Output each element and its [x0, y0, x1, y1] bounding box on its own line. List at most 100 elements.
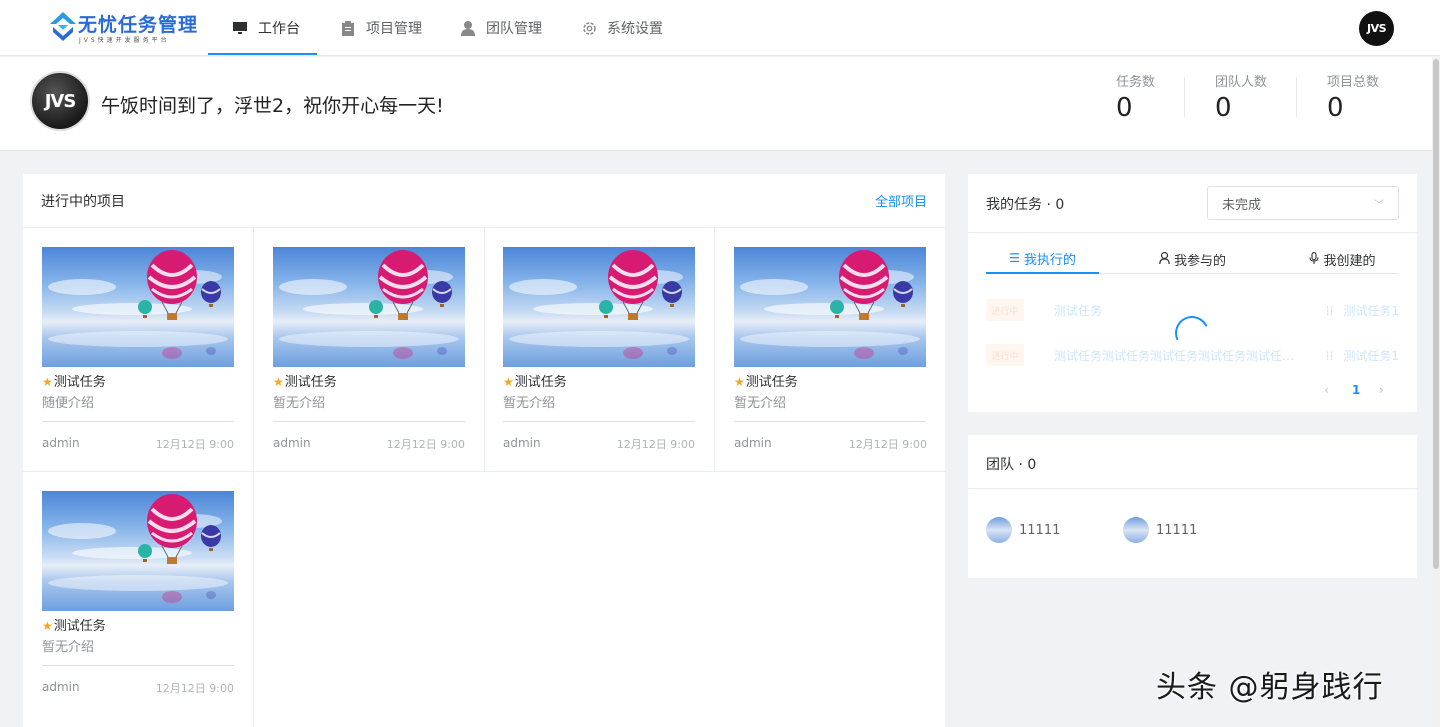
- top-nav: 无忧任务管理 JVS快速开发服务平台 工作台 项目管理 团队管理 系统设置 JV…: [0, 0, 1440, 56]
- clipboard-icon: [340, 20, 356, 36]
- watermark: 头条 @躬身践行: [1156, 670, 1384, 705]
- project-owner: admin: [503, 436, 541, 450]
- tab-team-management[interactable]: 团队管理: [460, 0, 542, 56]
- tab-system-settings-label: 系统设置: [607, 21, 663, 37]
- my-tasks-panel: 我的任务 · 0 未完成 ﹀ ☰ 我执行的 我参与的 我创建的 进行中 测试任务 …: [968, 174, 1417, 412]
- stat-value: 0: [1215, 93, 1232, 123]
- project-date: 12月12日 9:00: [386, 438, 465, 451]
- task-project: ⁞⁞ 测试任务1: [1325, 304, 1399, 318]
- divider: [503, 421, 695, 422]
- team-member[interactable]: 11111: [986, 517, 1060, 543]
- task-title: 测试任务测试任务测试任务测试任务测试任务测试任务: [1054, 349, 1304, 363]
- chevron-down-icon: ﹀: [1374, 199, 1384, 211]
- tasks-panel-title: 我的任务 · 0: [986, 197, 1065, 213]
- project-cover-image: [42, 247, 234, 367]
- logo-subtitle: JVS快速开发服务平台: [79, 37, 170, 44]
- project-description: 随便介绍: [42, 396, 95, 411]
- project-card[interactable]: ★测试任务 随便介绍 admin 12月12日 9:00: [23, 228, 254, 472]
- project-cover-image: [42, 491, 234, 611]
- member-name: 11111: [1019, 522, 1061, 538]
- member-avatar: [1123, 517, 1149, 543]
- project-card[interactable]: ★测试任务 暂无介绍 admin 12月12日 9:00: [254, 228, 485, 472]
- task-status-value: 未完成: [1222, 197, 1262, 213]
- stat-team-count: 团队人数 0: [1215, 71, 1325, 122]
- list-icon: ☰: [1009, 251, 1020, 265]
- project-card[interactable]: ★测试任务 暂无介绍 admin 12月12日 9:00: [715, 228, 946, 472]
- prev-page-button[interactable]: ‹: [1324, 383, 1329, 397]
- divider: [42, 421, 234, 422]
- scrollbar-thumb[interactable]: [1433, 59, 1439, 569]
- greeting-message: 午饭时间到了，浮世2，祝你开心每一天!: [101, 95, 444, 117]
- project-date: 12月12日 9:00: [616, 438, 695, 451]
- tab-workbench[interactable]: 工作台: [232, 0, 300, 56]
- logo-title: 无忧任务管理: [78, 14, 199, 36]
- star-icon[interactable]: ★: [273, 375, 284, 389]
- star-icon[interactable]: ★: [734, 375, 745, 389]
- page-scrollbar[interactable]: [1432, 57, 1440, 727]
- greeting-avatar: JVS: [30, 71, 90, 131]
- projects-panel-header: 进行中的项目 全部项目: [23, 174, 945, 228]
- grid-icon: ⁞⁞: [1325, 349, 1334, 363]
- project-cover-image: [734, 247, 926, 367]
- tab-project-management[interactable]: 项目管理: [340, 0, 422, 56]
- project-name: ★测试任务: [42, 375, 106, 390]
- gear-icon: [581, 20, 597, 36]
- tab-participated[interactable]: 我参与的: [1136, 244, 1249, 274]
- task-title: 测试任务: [1054, 304, 1103, 318]
- star-icon[interactable]: ★: [42, 375, 53, 389]
- team-panel: 团队 · 0 11111 11111: [968, 435, 1417, 578]
- project-owner: admin: [734, 436, 772, 450]
- project-description: 暂无介绍: [273, 396, 326, 411]
- all-projects-link[interactable]: 全部项目: [875, 191, 927, 210]
- task-project: ⁞⁞ 测试任务1: [1325, 349, 1399, 363]
- task-status-tag: 进行中: [986, 344, 1024, 366]
- stat-label: 项目总数: [1327, 75, 1380, 90]
- divider: [273, 421, 465, 422]
- user-avatar[interactable]: JVS: [1359, 11, 1394, 46]
- project-owner: admin: [42, 680, 80, 694]
- project-date: 12月12日 9:00: [848, 438, 927, 451]
- project-description: 暂无介绍: [42, 640, 95, 655]
- tab-created-by-me[interactable]: 我创建的: [1286, 244, 1399, 274]
- tab-executed-by-me[interactable]: ☰ 我执行的: [986, 244, 1099, 274]
- star-icon[interactable]: ★: [42, 619, 53, 633]
- stat-divider: [1184, 77, 1185, 117]
- project-card[interactable]: ★测试任务 暂无介绍 admin 12月12日 9:00: [23, 472, 254, 727]
- project-owner: admin: [42, 436, 80, 450]
- task-status-select[interactable]: 未完成 ﹀: [1207, 186, 1399, 220]
- divider: [734, 421, 926, 422]
- next-page-button[interactable]: ›: [1379, 383, 1384, 397]
- project-date: 12月12日 9:00: [155, 438, 234, 451]
- project-card[interactable]: ★测试任务 暂无介绍 admin 12月12日 9:00: [484, 228, 715, 472]
- project-description: 暂无介绍: [734, 396, 787, 411]
- tab-workbench-label: 工作台: [258, 21, 300, 37]
- member-avatar: [986, 517, 1012, 543]
- project-name: ★测试任务: [503, 375, 567, 390]
- stat-divider: [1296, 77, 1297, 117]
- project-name: ★测试任务: [734, 375, 798, 390]
- monitor-icon: [232, 20, 248, 36]
- project-owner: admin: [273, 436, 311, 450]
- app-logo[interactable]: 无忧任务管理 JVS快速开发服务平台: [48, 8, 208, 48]
- star-icon[interactable]: ★: [503, 375, 514, 389]
- stat-label: 任务数: [1116, 75, 1156, 90]
- projects-panel-title: 进行中的项目: [41, 193, 125, 210]
- tasks-panel-header: 我的任务 · 0 未完成 ﹀: [968, 174, 1417, 233]
- stat-project-count: 项目总数 0: [1327, 71, 1437, 122]
- tab-project-management-label: 项目管理: [366, 21, 422, 37]
- logo-icon: [50, 12, 76, 41]
- team-panel-title: 团队 · 0: [986, 457, 1037, 473]
- grid-icon: ⁞⁞: [1325, 304, 1334, 318]
- stat-label: 团队人数: [1215, 75, 1268, 90]
- current-page[interactable]: 1: [1352, 383, 1360, 397]
- active-tab-indicator: [208, 53, 317, 55]
- task-status-tag: 进行中: [986, 299, 1024, 321]
- task-tabs: ☰ 我执行的 我参与的 我创建的: [986, 244, 1399, 274]
- divider: [42, 665, 234, 666]
- stat-value: 0: [1327, 93, 1344, 123]
- tab-system-settings[interactable]: 系统设置: [581, 0, 663, 56]
- project-name: ★测试任务: [273, 375, 337, 390]
- team-member[interactable]: 11111: [1123, 517, 1197, 543]
- tab-team-management-label: 团队管理: [486, 21, 542, 37]
- stat-value: 0: [1116, 93, 1133, 123]
